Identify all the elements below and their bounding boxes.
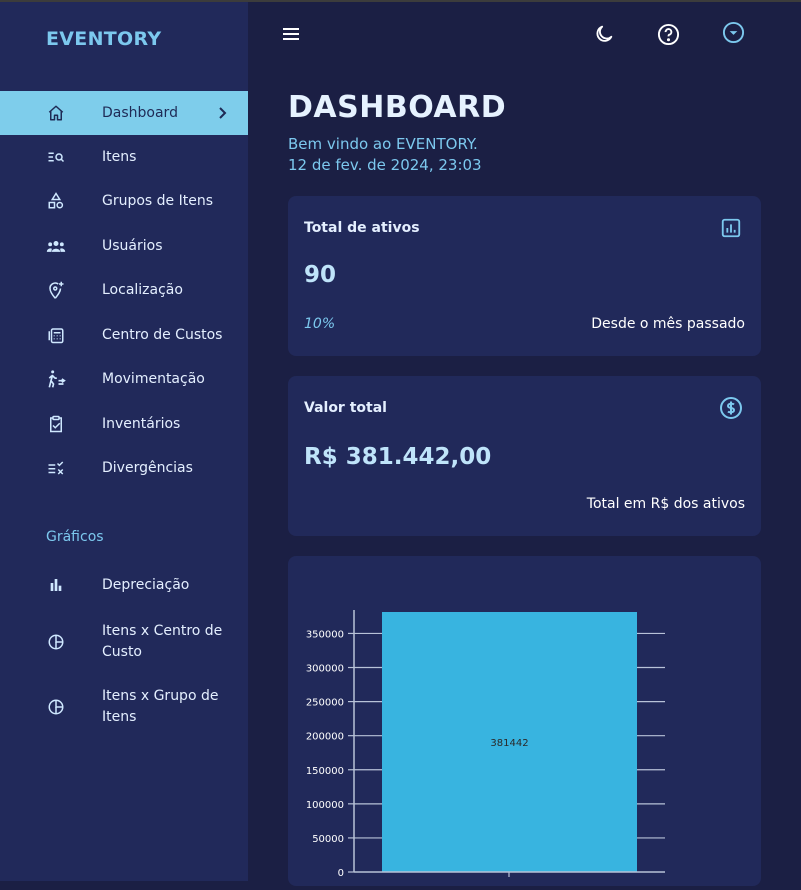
dollar-circle-icon	[719, 396, 743, 420]
users-icon	[46, 236, 66, 256]
sidebar-item-depreciacao[interactable]: Depreciação	[0, 563, 248, 607]
bar-data-label: 381442	[490, 738, 528, 749]
welcome-text: Bem vindo ao EVENTORY. 12 de fev. de 202…	[288, 134, 482, 176]
card-value: R$ 381.442,00	[304, 444, 492, 470]
pie-chart-icon	[46, 632, 66, 652]
clipboard-check-icon	[46, 414, 66, 434]
brand-logo[interactable]: EVENTORY	[46, 28, 161, 50]
report-chart-icon	[719, 216, 743, 240]
menu-icon[interactable]	[279, 22, 303, 46]
y-tick-label: 150000	[306, 766, 344, 777]
shapes-icon	[46, 191, 66, 211]
sidebar-item-label: Depreciação	[102, 576, 190, 593]
sidebar-item-label: Localização	[102, 281, 183, 298]
list-search-icon	[46, 147, 66, 167]
sidebar-item-label: Inventários	[102, 415, 181, 432]
sidebar-item-inventarios[interactable]: Inventários	[0, 402, 248, 446]
card-percent: 10%	[304, 316, 336, 332]
sidebar-item-label: Divergências	[102, 459, 193, 476]
sidebar-item-label: Dashboard	[102, 104, 178, 121]
walking-person-icon	[46, 369, 66, 389]
label-line-1: Itens x Centro de	[102, 623, 223, 639]
sidebar-item-itens[interactable]: Itens	[0, 135, 248, 179]
sidebar-item-label: Usuários	[102, 237, 163, 254]
card-valor-total: Valor total R$ 381.442,00 Total em R$ do…	[288, 376, 761, 536]
home-icon	[46, 103, 66, 123]
y-tick-label: 350000	[306, 629, 344, 640]
card-total-ativos: Total de ativos 90 10% Desde o mês passa…	[288, 196, 761, 356]
y-tick-label: 100000	[306, 800, 344, 811]
label-line-2: Itens	[102, 709, 137, 725]
sidebar-item-label: Itens x Centro de Custo	[102, 621, 222, 663]
sidebar-item-localizacao[interactable]: Localização	[0, 268, 248, 312]
y-tick-label: 250000	[306, 698, 344, 709]
bar-chart-icon	[46, 575, 66, 595]
help-icon[interactable]	[656, 22, 680, 46]
sidebar-item-label: Centro de Custos	[102, 326, 223, 343]
sidebar-item-grupos[interactable]: Grupos de Itens	[0, 179, 248, 223]
sidebar: EVENTORY Dashboard Itens Grupos de Itens…	[0, 2, 248, 881]
card-note: Total em R$ dos ativos	[586, 496, 745, 512]
location-add-icon	[46, 280, 66, 300]
pie-chart-icon	[46, 697, 66, 717]
welcome-message: Bem vindo ao EVENTORY.	[288, 135, 478, 153]
card-note: Desde o mês passado	[591, 316, 745, 332]
sidebar-item-itens-centro-custo[interactable]: Itens x Centro de Custo	[0, 616, 248, 668]
sidebar-item-usuarios[interactable]: Usuários	[0, 224, 248, 268]
current-datetime: 12 de fev. de 2024, 23:03	[288, 156, 482, 174]
section-label-graficos: Gráficos	[46, 529, 104, 545]
y-tick-label: 0	[338, 868, 344, 879]
dropdown-circle-icon[interactable]	[721, 20, 745, 44]
calculator-icon	[46, 325, 66, 345]
list-x-icon	[46, 458, 66, 478]
card-value: 90	[304, 262, 337, 288]
sidebar-item-movimentacao[interactable]: Movimentação	[0, 357, 248, 401]
y-tick-label: 50000	[312, 834, 344, 845]
sidebar-item-label: Grupos de Itens	[102, 192, 214, 209]
label-line-1: Itens x Grupo de	[102, 688, 219, 704]
y-tick-label: 200000	[306, 732, 344, 743]
card-chart: 0 50000 100000 150000 200000 250000 300000 3500…	[288, 556, 761, 886]
bar-chart: 0 50000 100000 150000 200000 250000 300000 3500…	[306, 610, 665, 879]
chevron-right-icon	[214, 105, 230, 121]
sidebar-item-centro-custos[interactable]: Centro de Custos	[0, 313, 248, 357]
sidebar-item-dashboard[interactable]: Dashboard	[0, 91, 248, 135]
sidebar-item-itens-grupo[interactable]: Itens x Grupo de Itens	[0, 681, 248, 733]
label-line-2: Custo	[102, 644, 142, 660]
page-title: DASHBOARD	[288, 90, 507, 125]
sidebar-item-divergencias[interactable]: Divergências	[0, 446, 248, 490]
y-tick-label: 300000	[306, 664, 344, 675]
sidebar-item-label: Itens x Grupo de Itens	[102, 686, 218, 728]
moon-icon[interactable]	[592, 22, 616, 46]
card-title: Total de ativos	[304, 220, 420, 236]
card-title: Valor total	[304, 400, 387, 416]
sidebar-item-label: Movimentação	[102, 370, 205, 387]
sidebar-item-label: Itens	[102, 148, 137, 165]
